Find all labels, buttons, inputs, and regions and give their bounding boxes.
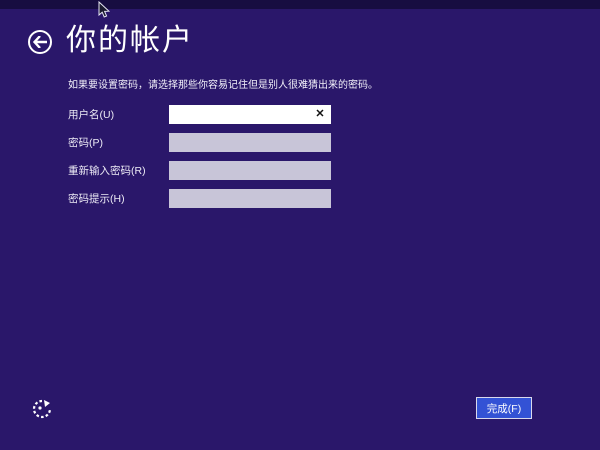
username-field-wrap: ✕	[169, 105, 331, 124]
top-edge-strip	[0, 0, 600, 9]
username-row: 用户名(U) ✕	[68, 105, 368, 124]
username-input[interactable]	[169, 105, 331, 124]
password-input[interactable]	[169, 133, 331, 152]
instruction-text: 如果要设置密码，请选择那些你容易记住但是别人很难猜出来的密码。	[68, 80, 378, 91]
confirm-password-field-wrap	[169, 161, 331, 180]
confirm-password-input[interactable]	[169, 161, 331, 180]
password-hint-label: 密码提示(H)	[68, 193, 125, 205]
password-row: 密码(P)	[68, 133, 368, 152]
password-label: 密码(P)	[68, 137, 103, 149]
username-label: 用户名(U)	[68, 109, 115, 121]
finish-button[interactable]: 完成(F)	[476, 397, 532, 419]
clear-text-icon[interactable]: ✕	[313, 106, 327, 123]
confirm-password-row: 重新输入密码(R)	[68, 161, 368, 180]
password-hint-row: 密码提示(H)	[68, 189, 368, 208]
confirm-password-label: 重新输入密码(R)	[68, 165, 146, 177]
back-arrow-icon	[33, 36, 47, 48]
ease-of-access-icon	[32, 399, 52, 419]
account-form: 用户名(U) ✕ 密码(P) 重新输入密码(R) 密码提示(H)	[68, 105, 368, 217]
password-hint-field-wrap	[169, 189, 331, 208]
password-hint-input[interactable]	[169, 189, 331, 208]
back-button[interactable]	[28, 30, 52, 54]
oobe-account-screen: { "page": { "title": "你的帐户", "instructio…	[0, 0, 600, 450]
password-field-wrap	[169, 133, 331, 152]
ease-of-access-button[interactable]	[31, 398, 53, 420]
page-title: 你的帐户	[66, 24, 194, 57]
